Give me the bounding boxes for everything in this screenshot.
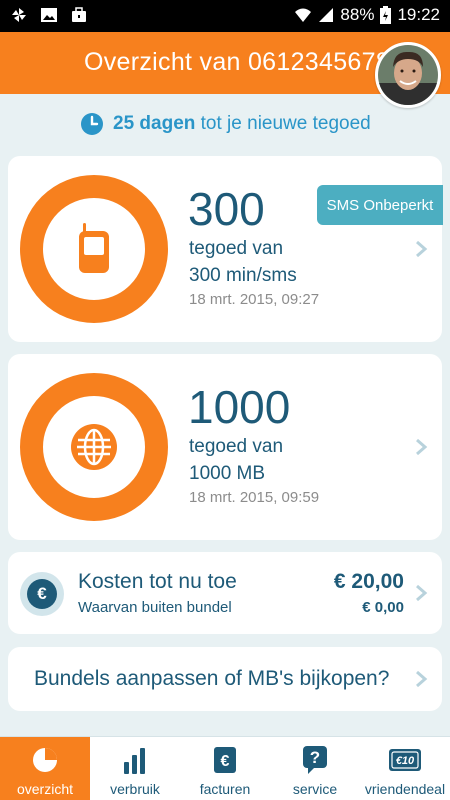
minutes-balance-card[interactable]: 300 tegoed van 300 min/sms 18 mrt. 2015,… <box>8 156 443 342</box>
chevron-right-icon <box>414 240 428 258</box>
costs-outside-bundle: € 0,00 <box>362 599 404 616</box>
euro-icon: € <box>20 572 64 616</box>
data-label: tegoed van <box>189 436 284 457</box>
chevron-right-icon <box>414 670 428 688</box>
bundles-link-label: Bundels aanpassen of MB's bijkopen? <box>34 667 390 690</box>
nav-item-verbruik[interactable]: verbruik <box>90 737 180 800</box>
minutes-balance: 300 <box>188 183 265 235</box>
costs-card[interactable]: € Kosten tot nu toe Waarvan buiten bunde… <box>8 552 442 634</box>
mobile-phone-icon <box>79 223 109 273</box>
minutes-label: tegoed van <box>189 238 284 259</box>
nav-label: service <box>292 781 338 797</box>
pie-clock-icon <box>33 748 57 772</box>
briefcase-icon <box>72 7 86 22</box>
minutes-bundle: 300 min/sms <box>189 265 297 286</box>
chevron-right-icon <box>414 584 428 602</box>
nav-label: overzicht <box>16 781 74 797</box>
nav-label: vriendendeal <box>364 781 446 797</box>
renewal-text: tot je nieuwe tegoed <box>200 113 371 134</box>
help-bubble-icon: ? <box>303 746 327 774</box>
battery-icon <box>380 6 392 24</box>
clock-icon <box>81 113 103 135</box>
costs-title: Kosten tot nu toe <box>78 570 237 593</box>
nav-label: facturen <box>199 781 251 797</box>
wifi-icon <box>295 8 312 22</box>
nav-label: verbruik <box>110 781 160 797</box>
clock: 19:22 <box>397 5 440 24</box>
minutes-timestamp: 18 mrt. 2015, 09:27 <box>189 291 320 308</box>
chevron-right-icon <box>414 438 428 456</box>
signal-icon <box>319 8 334 22</box>
nav-item-service[interactable]: ? service <box>270 737 360 800</box>
bar-chart-icon <box>124 748 145 774</box>
ticket-10-icon: €10 <box>389 749 421 771</box>
globe-icon <box>71 424 117 470</box>
battery-percentage: 88% <box>340 5 375 24</box>
pinwheel-icon <box>12 8 26 22</box>
data-timestamp: 18 mrt. 2015, 09:59 <box>189 489 320 506</box>
page-title: Overzicht van 0612345678 <box>84 48 391 76</box>
costs-subtitle: Waarvan buiten bundel <box>78 599 232 616</box>
nav-item-facturen[interactable]: € facturen <box>180 737 270 800</box>
status-bar: 88% 19:22 <box>0 0 450 32</box>
minutes-usage-ring <box>20 175 168 323</box>
ticket-text: €10 <box>396 755 415 767</box>
renewal-info: 25 dagen tot je nieuwe tegoed <box>80 110 371 138</box>
svg-text:€: € <box>221 753 230 770</box>
bundles-link-card[interactable]: Bundels aanpassen of MB's bijkopen? <box>8 647 442 711</box>
days-remaining: 25 dagen <box>113 113 196 134</box>
bottom-navigation: overzicht verbruik € facturen ? service … <box>0 736 450 800</box>
profile-photo <box>378 45 438 105</box>
data-usage-ring <box>20 373 168 521</box>
nav-item-vriendendeal[interactable]: €10 vriendendeal <box>360 737 450 800</box>
euro-invoice-icon: € <box>214 747 236 773</box>
avatar[interactable] <box>375 42 441 108</box>
sms-unlimited-badge: SMS Onbeperkt <box>317 185 443 225</box>
data-balance-card[interactable]: 1000 tegoed van 1000 MB 18 mrt. 2015, 09… <box>8 354 442 540</box>
svg-text:?: ? <box>310 748 320 767</box>
data-bundle: 1000 MB <box>189 463 266 484</box>
data-balance: 1000 <box>188 381 291 433</box>
gallery-icon <box>41 8 57 22</box>
nav-item-overzicht[interactable]: overzicht <box>0 737 90 800</box>
costs-total: € 20,00 <box>333 570 404 593</box>
